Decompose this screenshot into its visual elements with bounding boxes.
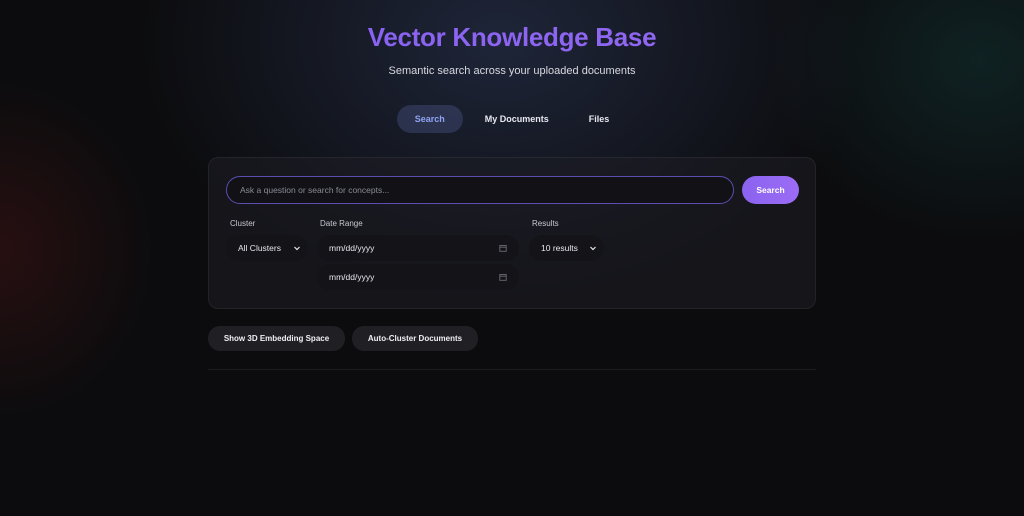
date-from-value: mm/dd/yyyy xyxy=(329,243,375,253)
search-input[interactable] xyxy=(226,176,734,204)
calendar-icon[interactable] xyxy=(499,273,507,281)
tab-my-documents[interactable]: My Documents xyxy=(467,105,567,133)
auto-cluster-button[interactable]: Auto-Cluster Documents xyxy=(352,326,478,351)
tab-files[interactable]: Files xyxy=(571,105,628,133)
search-panel: Search Cluster Date Range Results All Cl… xyxy=(208,157,816,309)
chevron-down-icon xyxy=(589,244,597,252)
page-subtitle: Semantic search across your uploaded doc… xyxy=(388,65,636,77)
cluster-label: Cluster xyxy=(230,219,256,228)
chevron-down-icon xyxy=(293,244,301,252)
date-to-input[interactable]: mm/dd/yyyy xyxy=(317,264,519,290)
results-select-value: 10 results xyxy=(541,243,578,253)
date-range-label: Date Range xyxy=(320,219,363,228)
date-to-value: mm/dd/yyyy xyxy=(329,272,375,282)
tab-bar: Search My Documents Files xyxy=(0,105,1024,133)
tab-search[interactable]: Search xyxy=(396,105,463,133)
search-button[interactable]: Search xyxy=(742,176,799,204)
results-select[interactable]: 10 results xyxy=(529,235,604,261)
results-label: Results xyxy=(532,219,559,228)
cluster-select[interactable]: All Clusters xyxy=(226,235,308,261)
show-embedding-space-button[interactable]: Show 3D Embedding Space xyxy=(208,326,345,351)
date-from-input[interactable]: mm/dd/yyyy xyxy=(317,235,519,261)
page-title: Vector Knowledge Base xyxy=(0,22,1024,53)
divider xyxy=(208,369,816,370)
cluster-select-value: All Clusters xyxy=(238,243,281,253)
calendar-icon[interactable] xyxy=(499,244,507,252)
